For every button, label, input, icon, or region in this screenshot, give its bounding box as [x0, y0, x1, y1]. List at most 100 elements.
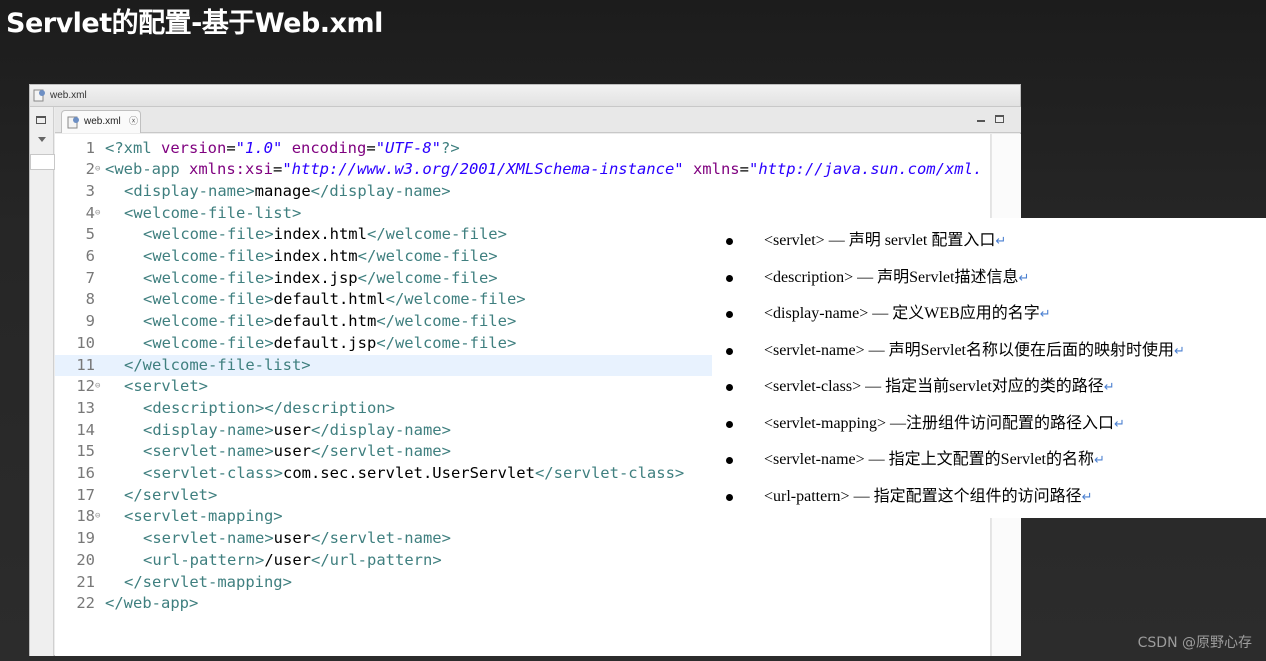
bullet-icon: [726, 347, 733, 355]
code-token: </url-pattern>: [311, 550, 442, 569]
return-mark-icon: ↵: [1039, 306, 1051, 321]
chevron-down-icon[interactable]: [38, 137, 46, 142]
line-number: 16: [76, 464, 95, 482]
note-text: <servlet-name> — 声明Servlet名称以便在后面的映射时使用↵: [764, 336, 1185, 366]
line-number: 5: [85, 225, 95, 244]
bullet-icon: [726, 457, 733, 464]
code-token: <welcome-file-list>: [124, 203, 302, 222]
bullet-icon: [726, 238, 733, 245]
return-mark-icon: ↵: [1114, 415, 1125, 431]
code-line[interactable]: 1 <?xml version="1.0" encoding="UTF-8"?>: [55, 138, 990, 160]
code-token: </servlet-mapping>: [124, 572, 292, 591]
tab-label: web.xml: [84, 116, 121, 127]
line-number: 1: [85, 138, 95, 157]
note-text: <servlet-mapping> —注册组件访问配置的路径入口↵: [764, 409, 1125, 439]
maximize-icon[interactable]: [995, 115, 1004, 123]
line-number: 20: [76, 550, 95, 569]
line-number: 11: [76, 355, 95, 374]
note-label: <servlet-name> — 指定上文配置的Servlet的名称: [764, 451, 1094, 468]
code-text: <display-name>user</display-name>: [143, 420, 451, 442]
return-mark-icon: ↵: [1094, 452, 1105, 467]
code-text: </servlet-mapping>: [124, 572, 292, 594]
code-token: </servlet-name>: [310, 442, 451, 461]
code-token: </welcome-file-list>: [124, 355, 311, 374]
code-text: <url-pattern>/user</url-pattern>: [143, 550, 442, 572]
code-text: <welcome-file>default.htm</welcome-file>: [143, 311, 516, 333]
code-text: <welcome-file>index.htm</welcome-file>: [143, 246, 498, 268]
return-mark-icon: ↵: [1174, 342, 1185, 358]
code-token: </welcome-file>: [357, 247, 498, 265]
line-number: 10: [76, 333, 95, 352]
bullet-icon: [726, 274, 733, 282]
window-titlebar: web.xml: [30, 85, 1020, 107]
code-token: xmlns: [692, 160, 740, 179]
code-token: <web-app: [105, 160, 189, 179]
line-number: 19: [76, 529, 95, 548]
code-token: <welcome-file>: [143, 290, 274, 309]
code-line[interactable]: 21 </servlet-mapping>: [55, 572, 990, 594]
code-token: </web-app>: [105, 594, 199, 613]
code-token: index.jsp: [273, 268, 358, 287]
line-number: 15: [76, 442, 95, 461]
close-icon[interactable]: ⓧ: [129, 111, 138, 133]
code-line[interactable]: 19 <servlet-name>user</servlet-name>: [55, 528, 990, 550]
code-text: <servlet>: [124, 376, 208, 398]
code-text: <servlet-class>com.sec.servlet.UserServl…: [143, 463, 684, 485]
code-token: "http://java.sun.com/xml.: [748, 160, 983, 179]
code-text: <welcome-file>index.jsp</welcome-file>: [143, 268, 498, 290]
note-label: <servlet-name> — 声明Servlet名称以便在后面的映射时使用: [764, 341, 1174, 359]
fold-toggle-icon[interactable]: ⊖: [95, 159, 100, 181]
note-item: <url-pattern> — 指定配置这个组件的访问路径↵: [712, 482, 1266, 512]
code-token: =: [226, 138, 236, 157]
line-number: 4: [85, 203, 95, 222]
tab-web-xml[interactable]: web.xml ⓧ: [61, 110, 141, 133]
code-line[interactable]: 20 <url-pattern>/user</url-pattern>: [55, 550, 990, 572]
code-line[interactable]: 22 </web-app>: [55, 593, 990, 615]
watermark: CSDN @原野心存: [1137, 635, 1252, 651]
bullet-icon: [726, 420, 733, 428]
code-token: </display-name>: [310, 420, 451, 439]
code-token: </servlet-name>: [310, 529, 451, 548]
code-token: =: [273, 160, 283, 179]
code-token: <servlet-mapping>: [124, 507, 283, 526]
code-token: </servlet-class>: [534, 464, 685, 482]
note-item: <servlet-mapping> —注册组件访问配置的路径入口↵: [712, 409, 1266, 439]
line-number: 6: [85, 247, 95, 265]
code-line[interactable]: 2 ⊖ <web-app xmlns:xsi="http://www.w3.org/…: [55, 159, 990, 181]
code-token: default.jsp: [273, 333, 377, 352]
line-number: 22: [76, 594, 95, 613]
left-toolbar: [30, 107, 55, 656]
minimize-icon[interactable]: [977, 120, 985, 122]
code-token: user: [273, 420, 311, 439]
code-token: <welcome-file>: [143, 312, 274, 331]
code-token: <description></description>: [143, 398, 395, 417]
line-number: 2: [85, 160, 95, 179]
code-line[interactable]: 3 <display-name>manage</display-name>: [55, 181, 990, 203]
note-item: <servlet> — 声明 servlet 配置入口↵: [712, 226, 1266, 256]
code-text: <display-name>manage</display-name>: [124, 181, 451, 203]
window-title: web.xml: [50, 90, 87, 101]
code-token: index.htm: [273, 247, 358, 265]
line-number: 21: [76, 572, 95, 591]
code-token: com.sec.servlet.UserServlet: [282, 464, 535, 482]
code-text: <welcome-file>default.jsp</welcome-file>: [143, 333, 516, 355]
code-token: =: [739, 160, 749, 179]
code-token: encoding: [291, 138, 367, 157]
note-item: <servlet-name> — 指定上文配置的Servlet的名称↵: [712, 445, 1266, 475]
note-label: <servlet> — 声明 servlet 配置入口: [764, 232, 996, 249]
fold-toggle-icon[interactable]: ⊖: [95, 506, 100, 528]
fold-toggle-icon[interactable]: ⊖: [95, 376, 100, 398]
code-text: <welcome-file>index.html</welcome-file>: [143, 224, 507, 246]
code-token: <welcome-file>: [143, 268, 274, 287]
line-number: 14: [76, 420, 95, 439]
code-token: ?>: [441, 138, 460, 157]
fold-toggle-icon[interactable]: ⊖: [95, 203, 100, 225]
note-item: <servlet-class> — 指定当前servlet对应的类的路径↵: [712, 372, 1266, 402]
code-token: </welcome-file>: [376, 312, 517, 331]
note-label: <description> — 声明Servlet描述信息: [764, 268, 1019, 286]
slide-title: Servlet的配置-基于Web.xml: [6, 8, 383, 39]
outline-placeholder: [30, 154, 55, 170]
code-token: index.html: [273, 225, 367, 244]
minimize-panel-icon[interactable]: [36, 116, 46, 124]
